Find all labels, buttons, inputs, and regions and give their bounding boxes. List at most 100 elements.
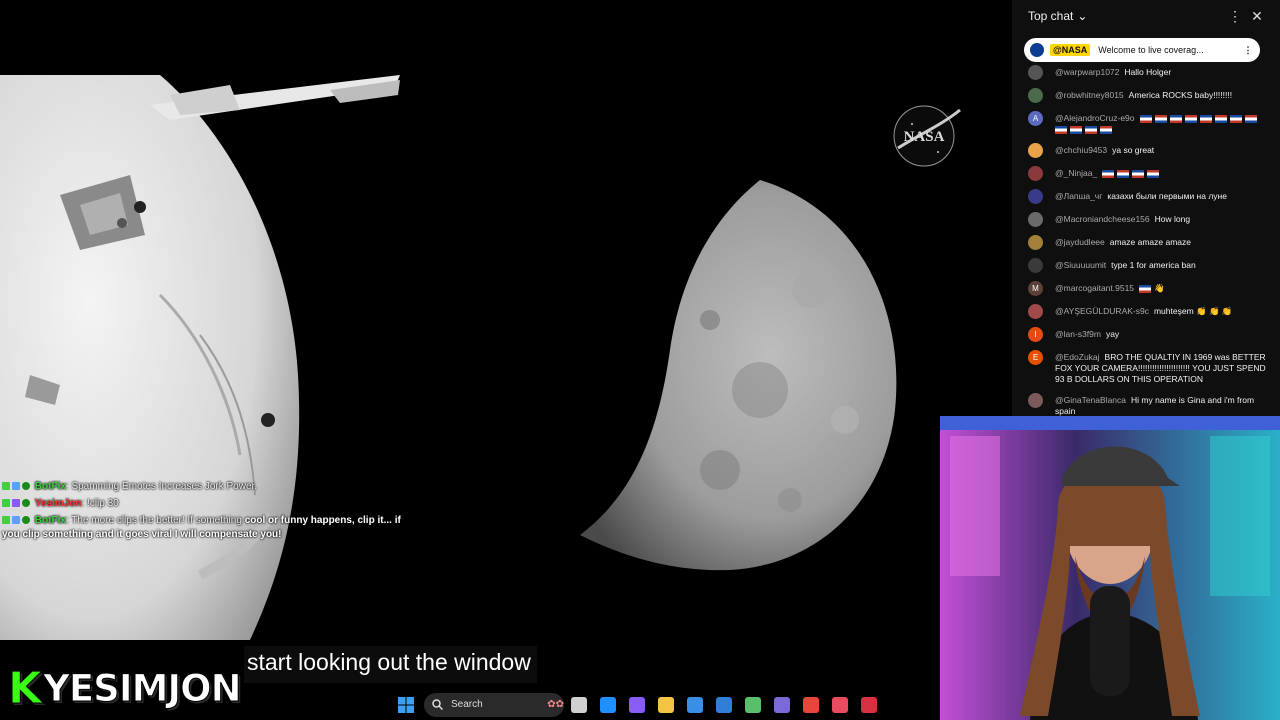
edge-icon[interactable] xyxy=(593,691,622,719)
app-glyph xyxy=(744,696,761,713)
app-glyph xyxy=(773,696,790,713)
chat-author[interactable]: @marcogaitant.9515 xyxy=(1055,283,1134,293)
chat-author[interactable]: @robwhitney8015 xyxy=(1055,90,1124,100)
media-icon[interactable] xyxy=(767,691,796,719)
live-caption: start looking out the window xyxy=(244,646,537,683)
overlay-chat-user: BotFix xyxy=(34,481,66,492)
windows-start-button[interactable] xyxy=(392,691,420,719)
app-icon[interactable] xyxy=(738,691,767,719)
live-chat-panel: Top chat ⌄ ⋮ ✕ @NASA Welcome to live cov… xyxy=(1012,0,1280,416)
spacecraft-image xyxy=(0,75,400,640)
avatar[interactable] xyxy=(1028,304,1043,319)
more-options-icon[interactable]: ⋮ xyxy=(1224,8,1246,25)
chat-author[interactable]: @GinaTenaBlanca xyxy=(1055,395,1126,405)
mail-icon[interactable] xyxy=(709,691,738,719)
overlay-chat-user: BotFix xyxy=(34,515,66,526)
avatar[interactable] xyxy=(1028,189,1043,204)
chat-mode-dropdown[interactable]: Top chat ⌄ xyxy=(1028,9,1224,23)
chat-author[interactable]: @_Ninjaa_ xyxy=(1055,168,1097,178)
maps-icon[interactable] xyxy=(825,691,854,719)
avatar[interactable]: A xyxy=(1028,111,1043,126)
chat-message[interactable]: A @AlejandroCruz-e9o xyxy=(1028,108,1268,140)
flag-icon xyxy=(1102,169,1115,178)
overlay-chat-line: BotFix: The more clips the better! If so… xyxy=(2,514,402,542)
taskbar-search-box[interactable]: Search ✿✿ xyxy=(424,692,564,717)
chat-message[interactable]: @_Ninjaa_ xyxy=(1028,163,1268,186)
app-glyph xyxy=(831,696,848,713)
chat-text: type 1 for america ban xyxy=(1111,260,1196,270)
chat-message-content: @_Ninjaa_ xyxy=(1055,168,1268,179)
chat-message-content: @AYŞEGÜLDURAK-s9c muhteşem 👏 👏 👏 xyxy=(1055,306,1268,317)
avatar[interactable] xyxy=(1028,212,1043,227)
pinned-message[interactable]: @NASA Welcome to live coverag... ⋮ xyxy=(1024,38,1260,62)
search-icon xyxy=(432,699,443,710)
store-icon[interactable] xyxy=(680,691,709,719)
nasa-logo-icon: NASA xyxy=(893,105,961,167)
flag-icon xyxy=(1154,114,1167,123)
chat-author[interactable]: @warpwarp1072 xyxy=(1055,67,1119,77)
chat-message[interactable]: @chchiu9453 ya so great xyxy=(1028,140,1268,163)
stream-video: NASA BotFix: Spamming Emotes Increases J… xyxy=(0,0,1012,640)
overlay-chat-message: : !clip 30 xyxy=(81,498,119,509)
flag-icon xyxy=(1117,169,1130,178)
chat-author[interactable]: @lan-s3f9m xyxy=(1055,329,1101,339)
avatar[interactable] xyxy=(1028,393,1043,408)
chat-message-content: @marcogaitant.9515 👋 xyxy=(1055,283,1268,294)
windows-logo-icon xyxy=(398,696,414,713)
chat-message[interactable]: @Macroniandcheese156 How long xyxy=(1028,209,1268,232)
chat-author[interactable]: @chchiu9453 xyxy=(1055,145,1107,155)
flag-icon xyxy=(1244,114,1257,123)
chat-text: казахи были первыми на луне xyxy=(1107,191,1227,201)
app-red-icon[interactable] xyxy=(854,691,883,719)
chat-header: Top chat ⌄ ⋮ ✕ xyxy=(1012,0,1280,32)
flag-icon xyxy=(1139,114,1152,123)
flag-icon xyxy=(1169,114,1182,123)
chat-author[interactable]: @AlejandroCruz-e9o xyxy=(1055,113,1135,123)
chat-message[interactable]: @warpwarp1072 Hallo Holger xyxy=(1028,62,1268,85)
avatar[interactable]: E xyxy=(1028,350,1043,365)
app-glyph xyxy=(715,696,732,713)
flag-emoji-group xyxy=(1102,168,1162,178)
chat-author[interactable]: @Macroniandcheese156 xyxy=(1055,214,1150,224)
file-explorer-icon[interactable] xyxy=(651,691,680,719)
moon-image xyxy=(580,180,897,571)
chat-author[interactable]: @EdoZukaj xyxy=(1055,352,1100,362)
chat-author[interactable]: @Лапша_чг xyxy=(1055,191,1102,201)
chat-author[interactable]: @Siuuuuumit xyxy=(1055,260,1106,270)
chat-author[interactable]: @AYŞEGÜLDURAK-s9c xyxy=(1055,306,1149,316)
app-glyph xyxy=(686,696,703,713)
chat-message[interactable]: @GinaTenaBlanca Hi my name is Gina and i'… xyxy=(1028,390,1268,416)
avatar[interactable] xyxy=(1028,166,1043,181)
more-options-icon[interactable]: ⋮ xyxy=(1242,45,1254,56)
avatar[interactable]: I xyxy=(1028,327,1043,342)
copilot-icon[interactable] xyxy=(622,691,651,719)
badge-icon xyxy=(22,516,30,525)
chat-message[interactable]: E @EdoZukaj BRO THE QUALTIY IN 1969 was BE… xyxy=(1028,347,1268,390)
brand-name: YESIMJON xyxy=(43,666,242,710)
broadcaster-badge-icon xyxy=(12,499,20,508)
avatar[interactable] xyxy=(1028,258,1043,273)
close-icon[interactable]: ✕ xyxy=(1246,8,1268,25)
chrome-icon[interactable] xyxy=(796,691,825,719)
avatar[interactable] xyxy=(1028,65,1043,80)
avatar[interactable] xyxy=(1028,143,1043,158)
chat-message[interactable]: @robwhitney8015 America ROCKS baby!!!!!!!… xyxy=(1028,85,1268,108)
overlay-chat-message: : The more clips the better! If somethin… xyxy=(65,515,245,526)
chat-message[interactable]: @AYŞEGÜLDURAK-s9c muhteşem 👏 👏 👏 xyxy=(1028,301,1268,324)
chat-message-content: @Macroniandcheese156 How long xyxy=(1055,214,1268,225)
chat-message[interactable]: M @marcogaitant.9515 👋 xyxy=(1028,278,1268,301)
chat-author[interactable]: @jaydudleee xyxy=(1055,237,1105,247)
avatar[interactable]: M xyxy=(1028,281,1043,296)
chat-message-content: @jaydudleee amaze amaze amaze xyxy=(1055,237,1268,248)
overlay-chat: BotFix: Spamming Emotes Increases Jork P… xyxy=(2,480,402,545)
task-view-icon[interactable] xyxy=(564,691,593,719)
chat-message[interactable]: @Siuuuuumit type 1 for america ban xyxy=(1028,255,1268,278)
avatar[interactable] xyxy=(1028,88,1043,103)
chat-message[interactable]: @jaydudleee amaze amaze amaze xyxy=(1028,232,1268,255)
chat-message[interactable]: @Лапша_чг казахи были первыми на луне xyxy=(1028,186,1268,209)
avatar[interactable] xyxy=(1028,235,1043,250)
pinned-author: @NASA xyxy=(1050,44,1091,56)
chat-message-content: @lan-s3f9m yay xyxy=(1055,329,1268,340)
pinned-text: Welcome to live coverag... xyxy=(1098,45,1204,55)
chat-message[interactable]: I @lan-s3f9m yay xyxy=(1028,324,1268,347)
